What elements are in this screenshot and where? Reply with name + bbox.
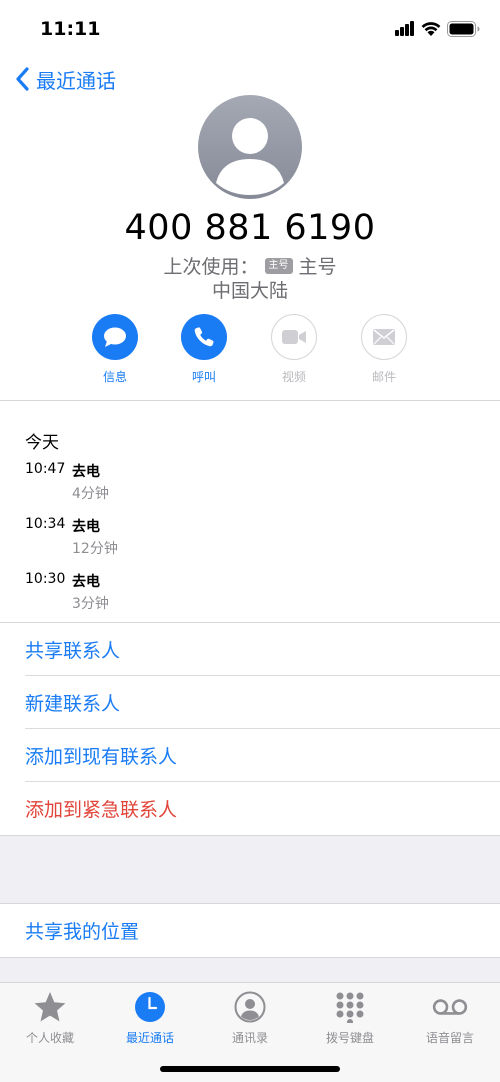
- share-contact-label: 共享联系人: [25, 640, 121, 662]
- voicemail-icon: [432, 999, 468, 1015]
- tab-recents-label: 最近通话: [125, 1031, 174, 1045]
- clock-icon: [135, 992, 165, 1022]
- call-time: 10:30: [25, 571, 66, 587]
- message-button[interactable]: 信息: [85, 314, 145, 385]
- person-circle-icon: [234, 991, 266, 1023]
- video-button[interactable]: 视频: [264, 314, 324, 385]
- mail-button[interactable]: 邮件: [354, 314, 414, 385]
- call-time: 10:34: [25, 516, 66, 532]
- mail-icon: [373, 329, 395, 345]
- person-silhouette-icon: [216, 118, 284, 195]
- chevron-left-icon: [16, 67, 29, 91]
- back-button[interactable]: 最近通话: [12, 64, 116, 94]
- tab-voicemail-label: 语音留言: [425, 1031, 474, 1045]
- sim-name: 主号: [298, 256, 337, 278]
- call-duration: 12分钟: [72, 541, 118, 557]
- last-used-label: 上次使用：: [163, 256, 259, 278]
- tab-voicemail[interactable]: 语音留言: [400, 983, 500, 1053]
- section-spacer: [0, 958, 500, 982]
- video-label: 视频: [281, 370, 306, 384]
- back-label: 最近通话: [36, 68, 116, 93]
- section-spacer: [0, 836, 500, 903]
- video-icon: [282, 330, 306, 344]
- add-to-emergency-contact-label: 添加到紧急联系人: [25, 799, 178, 821]
- call-type: 去电: [72, 519, 100, 535]
- last-used-line: 上次使用： 主号 主号: [0, 252, 500, 279]
- tab-keypad-label: 拨号键盘: [325, 1031, 374, 1045]
- status-bar: 11:11: [0, 0, 500, 56]
- tab-contacts[interactable]: 通讯录: [200, 983, 300, 1053]
- contact-avatar: [198, 95, 302, 199]
- share-contact-button[interactable]: 共享联系人: [0, 623, 500, 676]
- wifi-icon: [421, 22, 441, 36]
- mail-label: 邮件: [371, 370, 396, 384]
- new-contact-label: 新建联系人: [25, 693, 121, 715]
- tab-favorites-label: 个人收藏: [25, 1031, 74, 1045]
- tab-keypad[interactable]: 拨号键盘: [300, 983, 400, 1053]
- calls-day-heading: 今天: [25, 433, 59, 453]
- tab-contacts-label: 通讯录: [231, 1031, 268, 1045]
- divider: [0, 400, 500, 401]
- new-contact-button[interactable]: 新建联系人: [0, 676, 500, 729]
- add-to-emergency-contact-button[interactable]: 添加到紧急联系人: [0, 782, 500, 835]
- star-icon: [34, 992, 66, 1022]
- cellular-signal-icon: [395, 20, 415, 36]
- action-row: 信息 呼叫 视频 邮件: [0, 314, 500, 386]
- message-icon: [104, 327, 126, 347]
- keypad-icon: [336, 992, 364, 1023]
- call-label: 呼叫: [191, 370, 216, 384]
- call-duration: 4分钟: [72, 486, 109, 502]
- sim-badge: 主号: [264, 257, 293, 274]
- add-to-existing-contact-button[interactable]: 添加到现有联系人: [0, 729, 500, 782]
- home-indicator: [160, 1066, 340, 1072]
- battery-icon: [447, 21, 480, 37]
- phone-number: 400 881 6190: [124, 208, 376, 248]
- add-to-existing-contact-label: 添加到现有联系人: [25, 746, 178, 768]
- status-time: 11:11: [40, 18, 101, 40]
- call-button[interactable]: 呼叫: [174, 314, 234, 385]
- call-type: 去电: [72, 574, 100, 590]
- phone-icon: [194, 327, 214, 347]
- message-label: 信息: [102, 370, 127, 384]
- call-type: 去电: [72, 464, 100, 480]
- tab-favorites[interactable]: 个人收藏: [0, 983, 100, 1053]
- share-location-label: 共享我的位置: [25, 921, 140, 943]
- tab-recents[interactable]: 最近通话: [100, 983, 200, 1053]
- call-time: 10:47: [25, 461, 66, 477]
- call-duration: 3分钟: [72, 596, 109, 612]
- share-location-button[interactable]: 共享我的位置: [0, 904, 500, 957]
- contact-region: 中国大陆: [211, 280, 288, 302]
